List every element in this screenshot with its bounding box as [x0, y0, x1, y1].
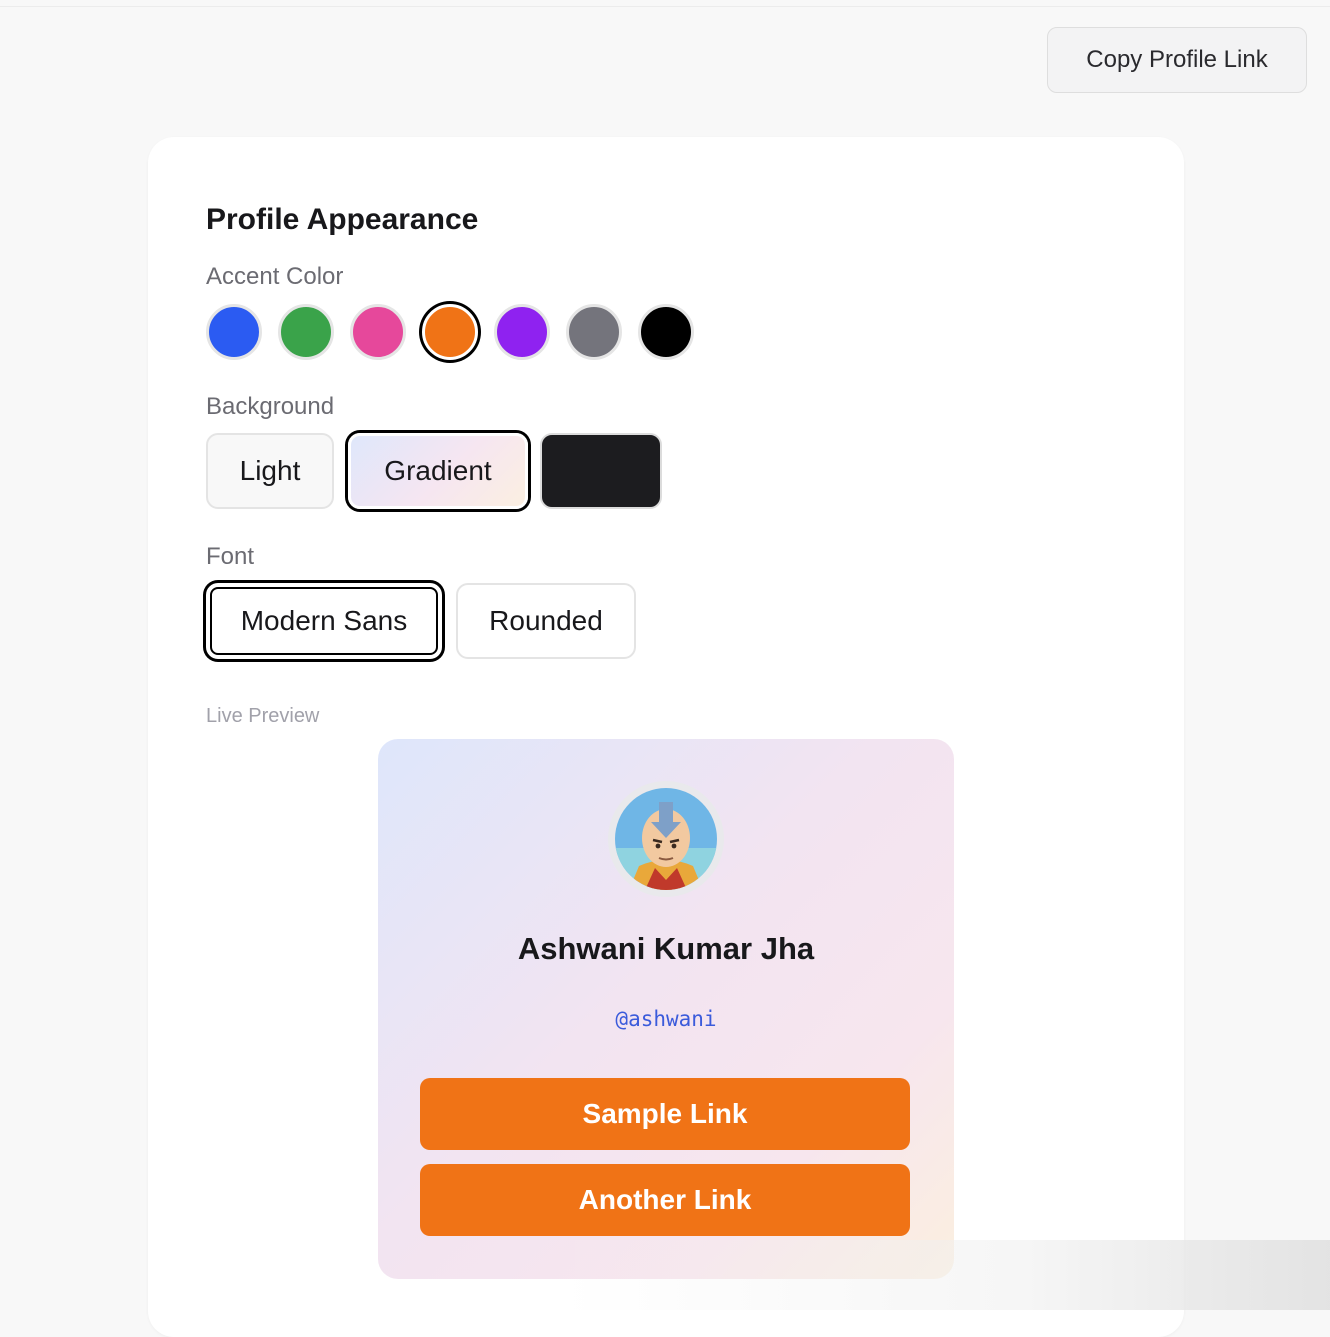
swatch-green[interactable] — [278, 304, 334, 360]
font-rounded-option[interactable]: Rounded — [456, 583, 636, 659]
swatch-pink[interactable] — [350, 304, 406, 360]
preview-display-name: Ashwani Kumar Jha — [517, 931, 815, 966]
avatar-illustration-icon — [615, 788, 717, 890]
preview-link-button[interactable]: Sample Link — [420, 1078, 910, 1150]
background-label: Background — [206, 393, 335, 420]
font-modern-sans-option[interactable]: Modern Sans — [206, 583, 442, 659]
top-divider — [0, 6, 1330, 7]
appearance-card: Profile Appearance Accent Color Backgrou… — [148, 137, 1184, 1337]
section-title: Profile Appearance — [206, 203, 479, 236]
accent-color-label: Accent Color — [206, 263, 344, 290]
preview-link-button[interactable]: Another Link — [420, 1164, 910, 1236]
swatch-purple[interactable] — [494, 304, 550, 360]
swatch-blue[interactable] — [206, 304, 262, 360]
live-preview-card: Ashwani Kumar Jha @ashwani Sample Link A… — [378, 739, 954, 1279]
swatch-gray[interactable] — [566, 304, 622, 360]
copy-profile-link-button[interactable]: Copy Profile Link — [1047, 27, 1307, 93]
swatch-black[interactable] — [638, 304, 694, 360]
font-label: Font — [206, 543, 255, 570]
swatch-orange[interactable] — [422, 304, 478, 360]
background-gradient-option[interactable]: Gradient — [348, 433, 528, 509]
live-preview-label: Live Preview — [206, 705, 320, 727]
avatar — [608, 781, 724, 897]
preview-username: @ashwani — [615, 1007, 717, 1031]
background-dark-option[interactable] — [540, 433, 662, 509]
background-light-option[interactable]: Light — [206, 433, 334, 509]
